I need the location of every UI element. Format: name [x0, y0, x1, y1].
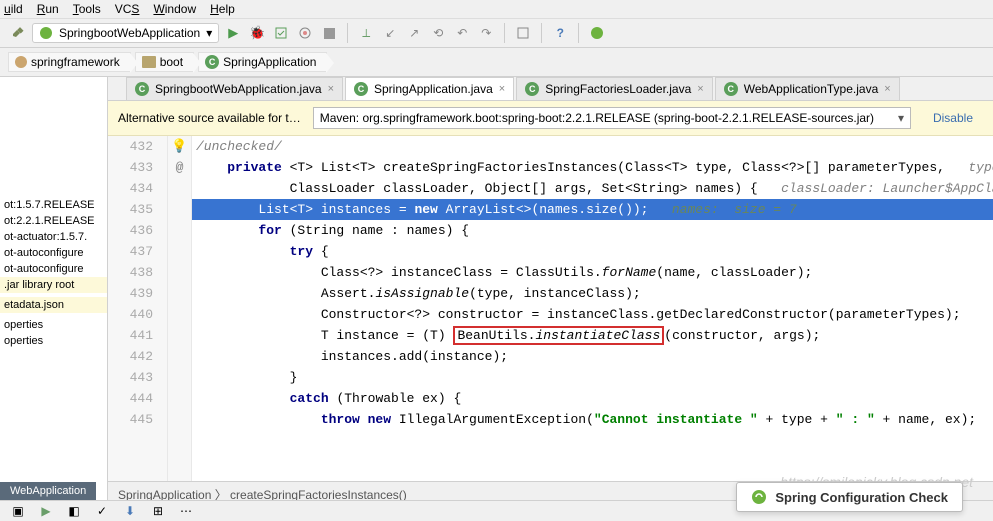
breadcrumb-folder[interactable]: boot	[135, 52, 194, 72]
tree-item[interactable]: operties	[0, 317, 107, 333]
tree-item[interactable]: ot-actuator:1.5.7.	[0, 229, 107, 245]
bottom-tool-icons: ▣ ▶ ◧ ✓ ⬇ ⊞ ⋯	[8, 501, 196, 521]
code-line[interactable]: Constructor<?> constructor = instanceCla…	[192, 304, 993, 325]
code-line[interactable]: for (String name : names) {	[192, 220, 993, 241]
menu-window[interactable]: Window	[153, 2, 196, 16]
code-line[interactable]: Class<?> instanceClass = ClassUtils.forN…	[192, 262, 993, 283]
menu-build[interactable]: uild	[4, 2, 23, 16]
tree-item[interactable]: operties	[0, 333, 107, 349]
menu-bar: uild Run Tools VCS Window Help	[0, 0, 993, 19]
stop-icon[interactable]	[319, 23, 339, 43]
menu-tools[interactable]: Tools	[73, 2, 101, 16]
link-icon[interactable]: ⟂	[356, 23, 376, 43]
undo-icon[interactable]: ↶	[452, 23, 472, 43]
class-icon: C	[354, 82, 368, 96]
code-line[interactable]: /unchecked/	[192, 136, 993, 157]
annotation-icon: @	[176, 157, 184, 178]
code-line[interactable]: T instance = (T) BeanUtils.instantiateCl…	[192, 325, 993, 346]
class-icon: C	[205, 55, 219, 69]
structure-icon[interactable]	[513, 23, 533, 43]
tree-item[interactable]: .jar library root	[0, 277, 107, 293]
spring-icon	[39, 26, 53, 40]
folder-icon	[142, 56, 156, 68]
close-icon[interactable]: ×	[884, 83, 890, 95]
tree-item[interactable]: ot-autoconfigure	[0, 261, 107, 277]
code-line[interactable]: }	[192, 367, 993, 388]
vcs-update-icon[interactable]: ↙	[380, 23, 400, 43]
source-select[interactable]: Maven: org.springframework.boot:spring-b…	[313, 107, 911, 129]
code-editor[interactable]: 4324334344354364374384394404414424434444…	[108, 136, 993, 481]
close-icon[interactable]: ×	[328, 83, 334, 95]
menu-vcs[interactable]: VCS	[115, 2, 140, 16]
run-icon[interactable]: ▶	[223, 23, 243, 43]
history-icon[interactable]: ⟲	[428, 23, 448, 43]
coverage-icon[interactable]	[271, 23, 291, 43]
run-config-label: SpringbootWebApplication	[59, 26, 200, 40]
package-icon	[15, 56, 27, 68]
breadcrumb-package[interactable]: springframework	[8, 52, 131, 72]
marker-gutter: 💡@	[168, 136, 192, 481]
code-line[interactable]: List<T> instances = new ArrayList<>(name…	[192, 199, 993, 220]
bottom-tool-tab[interactable]: WebApplication	[0, 482, 96, 500]
code-body[interactable]: /unchecked/ private <T> List<T> createSp…	[192, 136, 993, 481]
spring-icon	[751, 489, 767, 505]
todo-icon[interactable]: ✓	[92, 501, 112, 521]
vcs-commit-icon[interactable]: ↗	[404, 23, 424, 43]
tree-item[interactable]: ot:1.5.7.RELEASE	[0, 197, 107, 213]
run-config-selector[interactable]: SpringbootWebApplication ▾	[32, 23, 219, 43]
code-line[interactable]: Assert.isAssignable(type, instanceClass)…	[192, 283, 993, 304]
breadcrumb-bar: springframework boot CSpringApplication	[0, 48, 993, 77]
code-line[interactable]: instances.add(instance);	[192, 346, 993, 367]
disable-link[interactable]: Disable	[923, 111, 983, 125]
tree-item[interactable]: ot-autoconfigure	[0, 245, 107, 261]
toolbar: SpringbootWebApplication ▾ ▶ 🐞 ⟂ ↙ ↗ ⟲ ↶…	[0, 19, 993, 48]
code-line[interactable]: ClassLoader classLoader, Object[] args, …	[192, 178, 993, 199]
code-line[interactable]: throw new IllegalArgumentException("Cann…	[192, 409, 993, 430]
class-icon: C	[724, 82, 738, 96]
profile-icon[interactable]	[295, 23, 315, 43]
editor-area: CSpringbootWebApplication.java×CSpringAp…	[108, 77, 993, 507]
redo-icon[interactable]: ↷	[476, 23, 496, 43]
breadcrumb-class[interactable]: CSpringApplication	[198, 52, 327, 72]
notice-text: Alternative source available for t…	[118, 111, 301, 125]
tree-item[interactable]: ot:2.2.1.RELEASE	[0, 213, 107, 229]
menu-run[interactable]: Run	[37, 2, 59, 16]
spring-config-popup[interactable]: Spring Configuration Check	[736, 482, 963, 512]
debug-icon[interactable]: 🐞	[247, 23, 267, 43]
close-icon[interactable]: ×	[499, 83, 505, 95]
notice-bar: Alternative source available for t… Mave…	[108, 101, 993, 136]
terminal-icon[interactable]: ▣	[8, 501, 28, 521]
debug-tool-icon[interactable]: ◧	[64, 501, 84, 521]
code-line[interactable]: private <T> List<T> createSpringFactorie…	[192, 157, 993, 178]
line-gutter: 4324334344354364374384394404414424434444…	[108, 136, 168, 481]
db-icon[interactable]: ⊞	[148, 501, 168, 521]
tree-item[interactable]: etadata.json	[0, 297, 107, 313]
file-tab[interactable]: CSpringFactoriesLoader.java×	[516, 77, 713, 100]
code-line[interactable]: catch (Throwable ex) {	[192, 388, 993, 409]
chevron-down-icon: ▾	[206, 26, 212, 40]
file-tab[interactable]: CWebApplicationType.java×	[715, 77, 900, 100]
class-icon: C	[525, 82, 539, 96]
close-icon[interactable]: ×	[697, 83, 703, 95]
help-icon[interactable]: ?	[550, 23, 570, 43]
class-icon: C	[135, 82, 149, 96]
file-tab[interactable]: CSpringApplication.java×	[345, 77, 514, 100]
spring-tool-icon[interactable]	[587, 23, 607, 43]
project-tree[interactable]: ot:1.5.7.RELEASEot:2.2.1.RELEASEot-actua…	[0, 77, 108, 507]
hammer-icon[interactable]	[8, 23, 28, 43]
bulb-icon[interactable]: 💡	[171, 136, 187, 157]
vcs-tool-icon[interactable]: ⬇	[120, 501, 140, 521]
file-tabs: CSpringbootWebApplication.java×CSpringAp…	[108, 77, 993, 101]
menu-help[interactable]: Help	[210, 2, 235, 16]
more-tool-icon[interactable]: ⋯	[176, 501, 196, 521]
code-line[interactable]: try {	[192, 241, 993, 262]
file-tab[interactable]: CSpringbootWebApplication.java×	[126, 77, 343, 100]
run-tool-icon[interactable]: ▶	[36, 501, 56, 521]
